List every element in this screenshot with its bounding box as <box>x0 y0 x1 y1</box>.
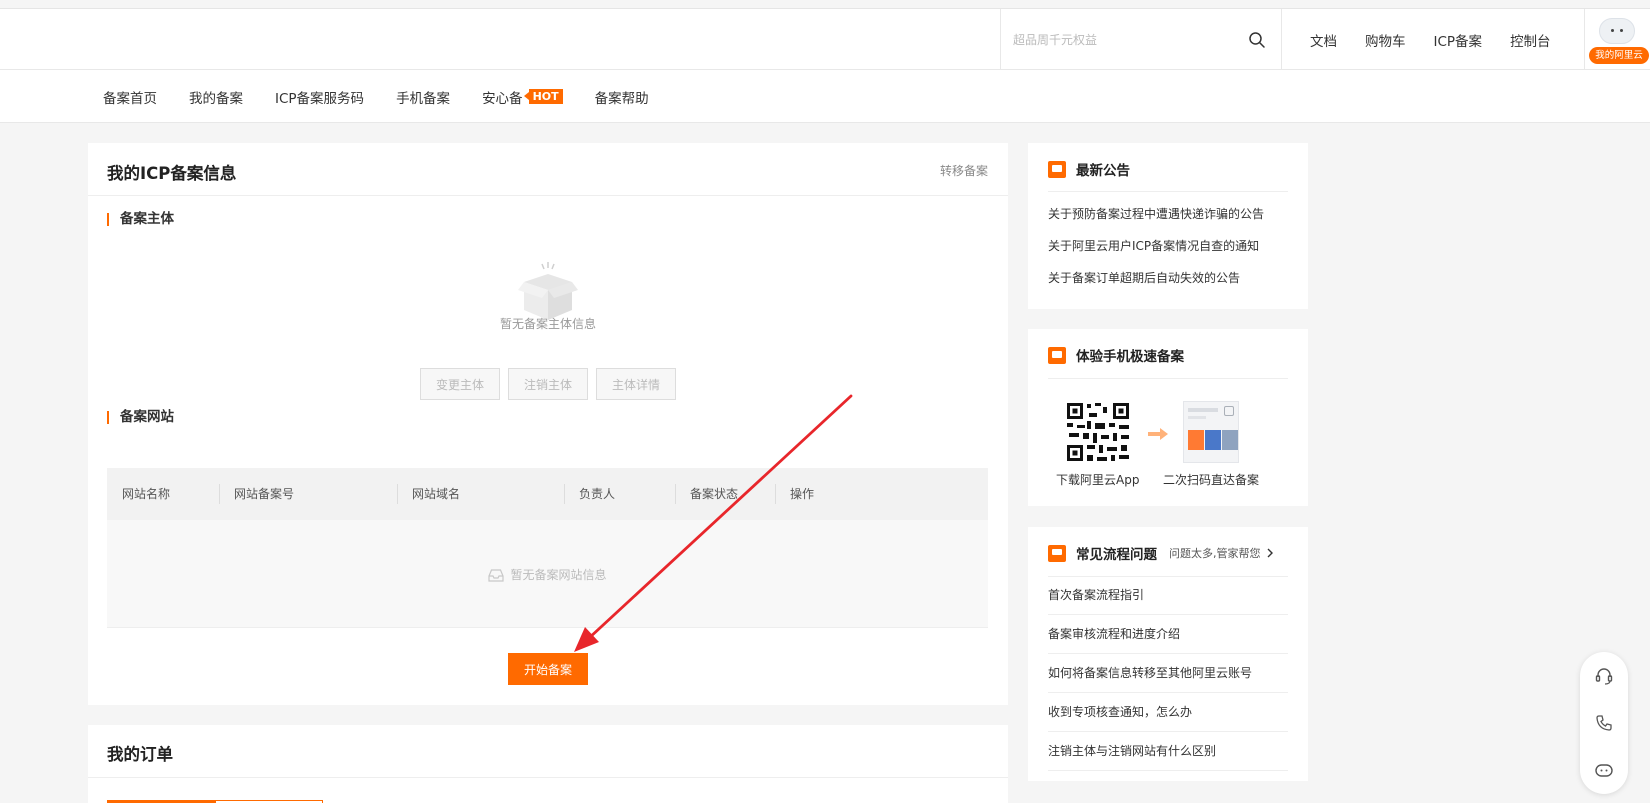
column-header: 网站名称 <box>122 487 171 501</box>
search-icon[interactable] <box>1248 31 1266 49</box>
orders-card: 我的订单 <box>88 725 1008 803</box>
nav-icp[interactable]: ICP备案 <box>1434 30 1483 50</box>
user-badge[interactable]: 我的阿里云 <box>1589 47 1649 64</box>
robot-icon[interactable] <box>1594 760 1614 780</box>
subject-empty-text: 暂无备案主体信息 <box>499 317 596 331</box>
faq-item[interactable]: 注销主体与注销网站有什么区别 <box>1048 732 1288 771</box>
faq-item[interactable]: 备案审核流程和进度介绍 <box>1048 615 1288 654</box>
notice-icon <box>1048 160 1066 178</box>
faq-header: 常见流程问题 问题太多,管家帮您 <box>1048 543 1275 563</box>
card-header: 我的ICP备案信息 转移备案 <box>88 143 1008 196</box>
top-nav: 文档 购物车 ICP备案 控制台 <box>1282 9 1551 71</box>
announcement-item[interactable]: 关于阿里云用户ICP备案情况自查的通知 <box>1048 237 1259 254</box>
inbox-icon <box>488 568 505 582</box>
cancel-subject-button[interactable]: 注销主体 <box>508 368 588 400</box>
subnav-label: 我的备案 <box>189 90 243 107</box>
orders-title: 我的订单 <box>107 745 173 764</box>
nav-cart[interactable]: 购物车 <box>1365 30 1406 50</box>
qr-caption: 下载阿里云App <box>1056 473 1140 487</box>
subnav-label: 备案首页 <box>103 90 157 107</box>
change-subject-button[interactable]: 变更主体 <box>420 368 500 400</box>
avatar[interactable] <box>1599 18 1635 44</box>
mobile-icon <box>1048 346 1066 364</box>
subnav-item-help[interactable]: 备案帮助 <box>595 87 649 107</box>
page-title: 我的ICP备案信息 <box>107 164 237 183</box>
table-empty-text: 暂无备案网站信息 <box>510 568 607 582</box>
orders-header: 我的订单 <box>88 725 1008 778</box>
faq-subtitle: 问题太多,管家帮您 <box>1169 547 1261 560</box>
subject-actions: 变更主体 注销主体 主体详情 <box>420 368 684 400</box>
subnav-label: 安心备 <box>482 90 523 107</box>
search-input[interactable] <box>1013 29 1233 51</box>
column-header: 负责人 <box>564 468 675 520</box>
announcements-card: 最新公告 关于预防备案过程中遭遇快递诈骗的公告 关于阿里云用户ICP备案情况自查… <box>1028 143 1308 309</box>
faq-title: 常见流程问题 <box>1076 547 1157 563</box>
column-header: 网站备案号 <box>219 468 397 520</box>
subnav-item-anxinbei[interactable]: 安心备 HOT <box>482 87 563 107</box>
faq-item[interactable]: 收到专项核查通知，怎么办 <box>1048 693 1288 732</box>
subnav-item-mobile[interactable]: 手机备案 <box>396 87 450 107</box>
qr-code-icon <box>1065 401 1131 463</box>
headset-icon[interactable] <box>1594 666 1614 686</box>
user-menu[interactable]: 我的阿里云 <box>1584 9 1650 71</box>
column-header: 网站域名 <box>397 468 564 520</box>
subnav-item-home[interactable]: 备案首页 <box>103 87 157 107</box>
floating-toolbar <box>1580 652 1628 794</box>
top-header: 文档 购物车 ICP备案 控制台 我的阿里云 <box>0 8 1650 71</box>
hot-badge: HOT <box>523 89 563 104</box>
website-table: 网站名称 网站备案号 网站域名 负责人 备案状态 操作 暂无备案网站信息 <box>107 468 988 628</box>
divider <box>1048 191 1288 192</box>
divider <box>1048 378 1288 379</box>
nav-docs[interactable]: 文档 <box>1310 30 1337 50</box>
faq-item[interactable]: 首次备案流程指引 <box>1048 576 1288 615</box>
phone-screenshot-icon <box>1183 401 1239 463</box>
subject-section-title: 备案主体 <box>107 212 174 226</box>
subnav-item-my-filing[interactable]: 我的备案 <box>189 87 243 107</box>
search-box <box>1000 9 1282 71</box>
column-header: 备案状态 <box>675 468 775 520</box>
scan-caption: 二次扫码直达备案 <box>1163 473 1260 487</box>
announcements-header: 最新公告 <box>1048 159 1130 179</box>
mobile-filing-card: 体验手机极速备案 下载阿里云App 二次扫码直达备案 <box>1028 329 1308 506</box>
phone-icon[interactable] <box>1594 713 1614 733</box>
arrow-right-icon <box>1148 428 1168 440</box>
faq-more-link[interactable]: 问题太多,管家帮您 <box>1169 545 1275 561</box>
transfer-filing-link[interactable]: 转移备案 <box>940 162 988 179</box>
column-header: 操作 <box>775 468 988 520</box>
mobile-filing-title: 体验手机极速备案 <box>1076 349 1184 365</box>
subnav-label: ICP备案服务码 <box>275 90 365 107</box>
announcement-item[interactable]: 关于预防备案过程中遭遇快递诈骗的公告 <box>1048 205 1264 222</box>
subnav-item-service-code[interactable]: ICP备案服务码 <box>275 87 364 107</box>
table-body: 暂无备案网站信息 <box>107 520 988 628</box>
announcement-item[interactable]: 关于备案订单超期后自动失效的公告 <box>1048 269 1240 286</box>
subnav-label: 手机备案 <box>396 90 451 107</box>
chat-icon <box>1048 544 1066 562</box>
table-header: 网站名称 网站备案号 网站域名 负责人 备案状态 操作 <box>107 468 988 520</box>
website-section-title: 备案网站 <box>107 410 174 424</box>
subject-details-button[interactable]: 主体详情 <box>596 368 676 400</box>
table-empty-state: 暂无备案网站信息 <box>107 566 988 583</box>
mobile-filing-header: 体验手机极速备案 <box>1048 345 1184 365</box>
subnav-label: 备案帮助 <box>594 90 649 107</box>
faq-item[interactable]: 如何将备案信息转移至其他阿里云账号 <box>1048 654 1288 693</box>
chevron-right-icon <box>1267 548 1273 558</box>
announcements-title: 最新公告 <box>1076 163 1130 179</box>
nav-console[interactable]: 控制台 <box>1510 30 1551 50</box>
faq-card: 常见流程问题 问题太多,管家帮您 首次备案流程指引 备案审核流程和进度介绍 如何… <box>1028 527 1308 781</box>
sub-nav: 备案首页 我的备案 ICP备案服务码 手机备案 安心备 HOT 备案帮助 <box>0 70 1650 123</box>
icp-info-card: 我的ICP备案信息 转移备案 备案主体 暂无备案主体信息 变更主体 注销主体 主… <box>88 143 1008 705</box>
start-filing-button[interactable]: 开始备案 <box>508 653 588 685</box>
